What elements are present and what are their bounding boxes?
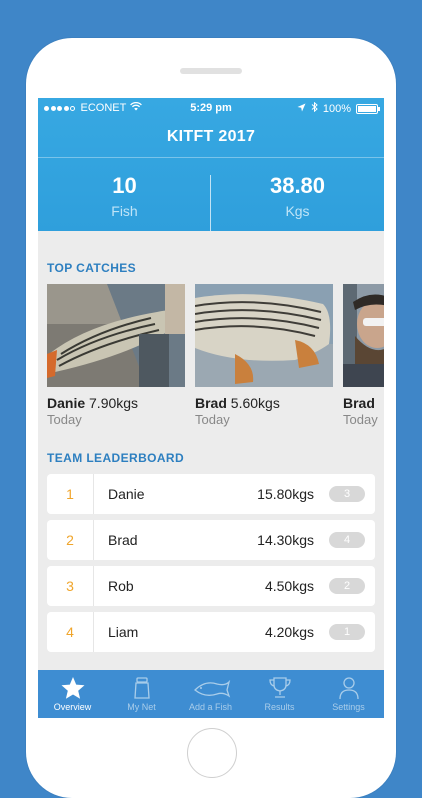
catch-date: Today [195, 412, 230, 427]
leaderboard-row[interactable]: 1 Danie 15.80kgs 3 [47, 474, 375, 514]
catch-photo [47, 284, 185, 387]
header: ECONET 5:29 pm 100% KITFT 2017 10 Fish 3… [38, 98, 384, 231]
leaderboard-row[interactable]: 3 Rob 4.50kgs 2 [47, 566, 375, 606]
battery-percent: 100% [322, 102, 351, 115]
stat-kgs-label: Kgs [285, 203, 310, 219]
stat-fish: 10 Fish [38, 173, 211, 219]
page-title: KITFT 2017 [166, 128, 256, 145]
row-count-badge: 1 [329, 624, 365, 640]
stat-fish-label: Fish [111, 203, 138, 219]
row-name: Danie [108, 486, 145, 502]
tab-settings[interactable]: Settings [314, 670, 383, 718]
catch-photo [195, 284, 333, 387]
status-bar: ECONET 5:29 pm 100% [38, 98, 384, 118]
row-weight: 4.20kgs [264, 624, 314, 640]
location-arrow-icon [297, 103, 306, 115]
person-icon [338, 677, 359, 700]
catch-name: Danie 7.90kgs [47, 395, 139, 411]
leaderboard-title: TEAM LEADERBOARD [47, 451, 185, 465]
trophy-icon [268, 677, 291, 698]
fish-icon [193, 679, 230, 698]
stat-kgs-value: 38.80 [269, 173, 326, 198]
tab-overview[interactable]: Overview [38, 670, 107, 718]
catch-card[interactable]: Danie 7.90kgs Today [47, 284, 185, 427]
tab-label: Settings [332, 702, 365, 712]
catch-date: Today [343, 412, 378, 427]
catch-date: Today [47, 412, 82, 427]
row-weight: 15.80kgs [257, 486, 314, 502]
app-screen: ECONET 5:29 pm 100% KITFT 2017 10 Fish 3… [38, 98, 384, 718]
leaderboard-row[interactable]: 4 Liam 4.20kgs 1 [47, 612, 375, 652]
row-rank: 3 [47, 566, 94, 606]
row-name: Brad [108, 532, 138, 548]
row-count-badge: 4 [329, 532, 365, 548]
tab-label: My Net [127, 702, 156, 712]
tab-label: Results [264, 702, 295, 712]
stat-kgs: 38.80 Kgs [211, 173, 384, 219]
tab-add-fish[interactable]: Add a Fish [176, 670, 245, 718]
tab-results[interactable]: Results [245, 670, 314, 718]
row-weight: 14.30kgs [257, 532, 314, 548]
row-name: Liam [108, 624, 139, 640]
tab-my-net[interactable]: My Net [107, 670, 176, 718]
row-name: Rob [108, 578, 134, 594]
row-count-badge: 2 [329, 578, 365, 594]
catch-name: Brad [343, 395, 375, 411]
row-count-badge: 3 [329, 486, 365, 502]
stat-fish-value: 10 [112, 173, 137, 198]
catch-card[interactable]: Brad 5.60kgs Today [195, 284, 333, 427]
battery-icon [356, 103, 380, 114]
tab-label: Overview [53, 702, 92, 712]
catch-card[interactable]: Brad Today [343, 284, 384, 427]
header-divider [38, 157, 384, 158]
star-icon [61, 677, 84, 699]
row-rank: 4 [47, 612, 94, 652]
tab-bar: Overview My Net Add a Fish Results Setti… [38, 670, 384, 718]
row-rank: 1 [47, 474, 94, 514]
leaderboard-row[interactable]: 2 Brad 14.30kgs 4 [47, 520, 375, 560]
row-rank: 2 [47, 520, 94, 560]
catch-name: Brad 5.60kgs [195, 395, 280, 411]
net-icon [133, 677, 150, 699]
row-weight: 4.50kgs [264, 578, 314, 594]
tab-label: Add a Fish [188, 702, 233, 712]
phone-speaker [180, 68, 242, 74]
bluetooth-icon [311, 101, 318, 115]
catch-photo [343, 284, 384, 387]
top-catches-title: TOP CATCHES [47, 261, 137, 275]
home-button[interactable] [187, 728, 237, 778]
